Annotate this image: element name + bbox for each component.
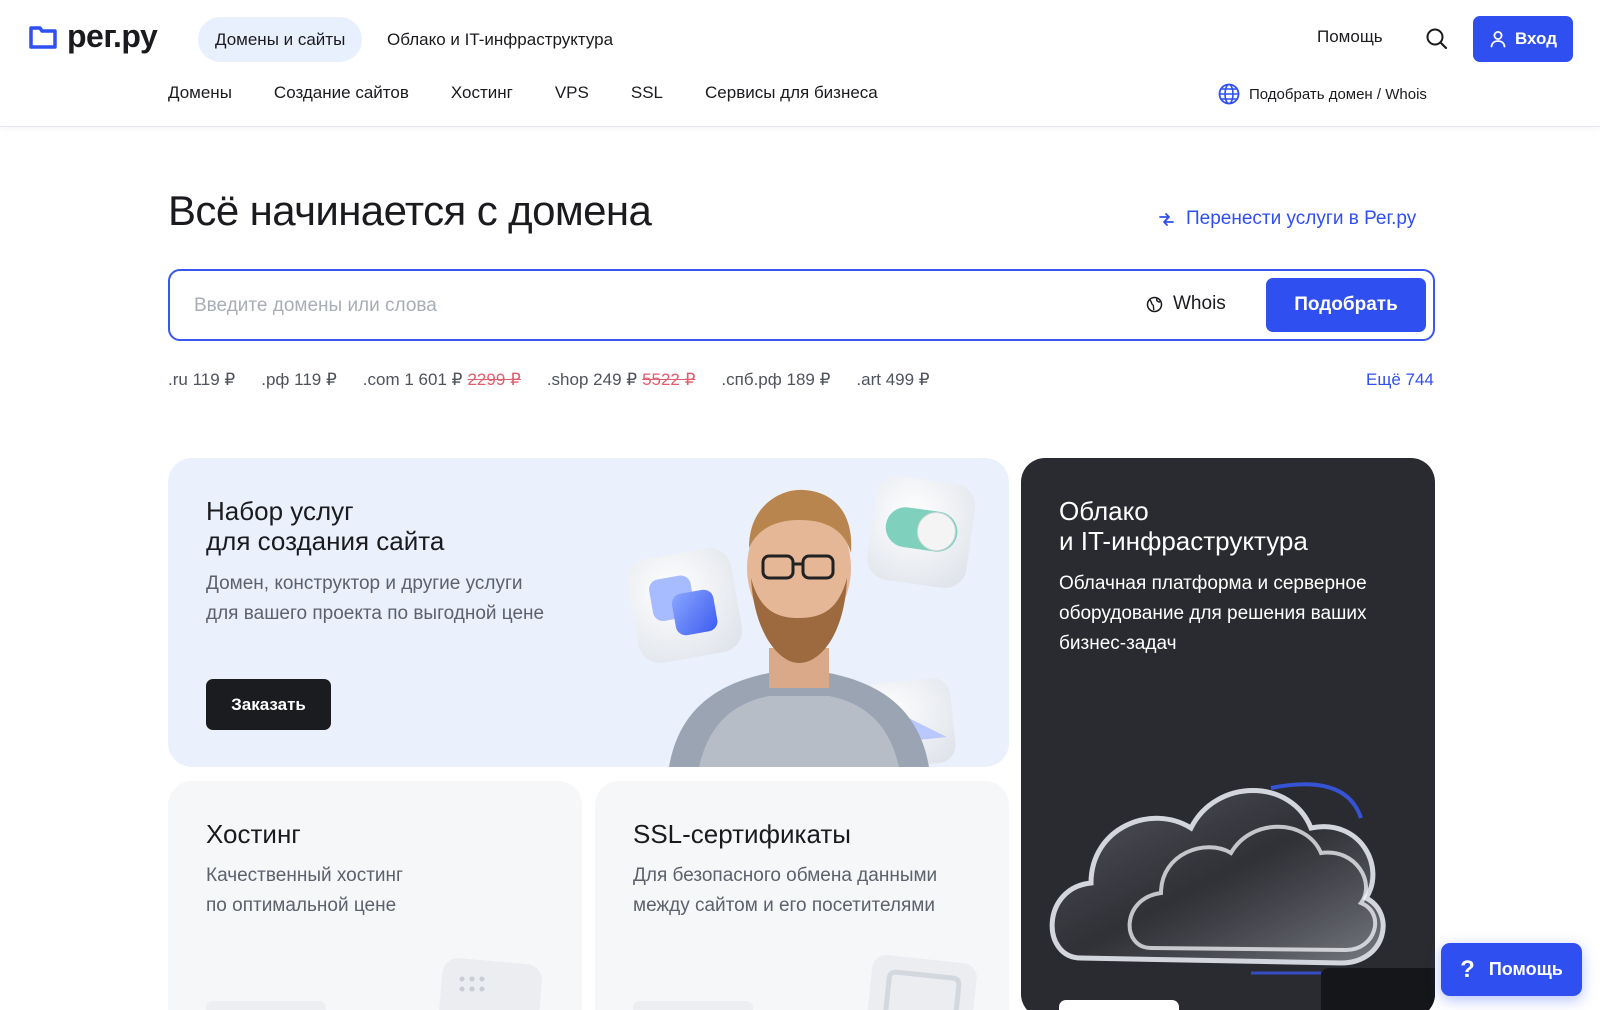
price-item[interactable]: .ru 119 ₽ (168, 370, 235, 390)
person-illustration (627, 475, 976, 767)
whois-link-label: Подобрать домен / Whois (1249, 85, 1427, 103)
price-item[interactable]: .art 499 ₽ (856, 370, 929, 390)
cloud-infrastructure-card[interactable]: Облако и IT-инфраструктура Облачная плат… (1021, 458, 1435, 1010)
certificate-tile-illustration (866, 955, 977, 1010)
card-title: SSL-сертификаты (633, 819, 851, 849)
nav-item-ssl[interactable]: SSL (631, 83, 663, 103)
ssl-card[interactable]: SSL-сертификаты Для безопасного обмена д… (595, 781, 1009, 1010)
more-zones-link[interactable]: Ещё 744 (1366, 370, 1434, 390)
globe-icon (1146, 296, 1163, 312)
nav-item-hosting[interactable]: Хостинг (451, 83, 513, 103)
login-label: Вход (1514, 29, 1558, 48)
whois-button[interactable]: Whois (1146, 293, 1226, 315)
pick-domain-whois-link[interactable]: Подобрать домен / Whois (1218, 83, 1427, 105)
question-icon: ? (1460, 955, 1475, 983)
price-item[interactable]: .com 1 601 ₽2299 ₽ (363, 370, 521, 390)
nav-item-site-builder[interactable]: Создание сайтов (274, 83, 409, 103)
site-services-card[interactable]: Набор услуг для создания сайта Домен, ко… (168, 458, 1009, 767)
main-nav: Домены Создание сайтов Хостинг VPS SSL С… (168, 83, 878, 103)
globe-icon (1218, 83, 1240, 105)
price-item[interactable]: .спб.рф 189 ₽ (721, 370, 830, 390)
ssl-card-button[interactable] (633, 1001, 753, 1010)
floating-help-label: Помощь (1488, 959, 1563, 979)
server-tile-illustration (438, 958, 542, 1010)
user-icon (1490, 31, 1506, 48)
hosting-card[interactable]: Хостинг Качественный хостинг по оптималь… (168, 781, 582, 1010)
transfer-link-label: Перенести услуги в Рег.ру (1186, 208, 1417, 229)
card-title: Набор услуг для создания сайта (206, 496, 445, 556)
domain-prices: .ru 119 ₽ .рф 119 ₽ .com 1 601 ₽2299 ₽ .… (168, 370, 930, 390)
order-button[interactable]: Заказать (206, 679, 331, 730)
transfer-services-link[interactable]: Перенести услуги в Рег.ру (1158, 208, 1416, 230)
transfer-arrow-icon (1159, 212, 1174, 226)
whois-label: Whois (1173, 293, 1226, 314)
domain-search-input[interactable] (194, 291, 1074, 321)
folder-logo-icon (29, 25, 57, 49)
pick-domain-button[interactable]: Подобрать (1266, 278, 1426, 332)
card-description: Домен, конструктор и другие услуги для в… (206, 573, 545, 624)
card-title: Хостинг (206, 819, 301, 849)
tab-domains-and-sites[interactable]: Домены и сайты (198, 17, 363, 62)
card-description: Облачная платформа и серверное оборудова… (1059, 573, 1367, 654)
price-item[interactable]: .shop 249 ₽5522 ₽ (547, 370, 696, 390)
hosting-card-button[interactable] (206, 1001, 326, 1010)
domain-search-box: Whois Подобрать (168, 269, 1435, 341)
nav-item-business-services[interactable]: Сервисы для бизнеса (705, 83, 878, 103)
card-description: Качественный хостинг по оптимальной цене (206, 865, 403, 916)
old-price: 2299 ₽ (467, 370, 521, 389)
logo-text: рег.ру (67, 18, 158, 54)
tab-cloud-it[interactable]: Облако и IT-инфраструктура (387, 17, 613, 62)
cloud-card-button[interactable] (1059, 1000, 1179, 1010)
help-link[interactable]: Помощь (1317, 27, 1383, 47)
search-icon[interactable] (1424, 26, 1450, 52)
old-price: 5522 ₽ (642, 370, 696, 389)
price-item[interactable]: .рф 119 ₽ (261, 370, 337, 390)
nav-item-vps[interactable]: VPS (555, 83, 589, 103)
page-title: Всё начинается с домена (168, 187, 652, 234)
logo[interactable]: рег.ру (29, 18, 158, 55)
site-header: рег.ру Домены и сайты Облако и IT-инфрас… (0, 0, 1600, 127)
floating-help-button[interactable]: ? Помощь (1441, 943, 1582, 996)
nav-item-domains[interactable]: Домены (168, 83, 232, 103)
card-description: Для безопасного обмена данными между сай… (633, 865, 938, 916)
card-title: Облако и IT-инфраструктура (1059, 496, 1308, 556)
login-button[interactable]: Вход (1473, 16, 1573, 62)
glass-cloud-illustration (1049, 782, 1435, 1010)
